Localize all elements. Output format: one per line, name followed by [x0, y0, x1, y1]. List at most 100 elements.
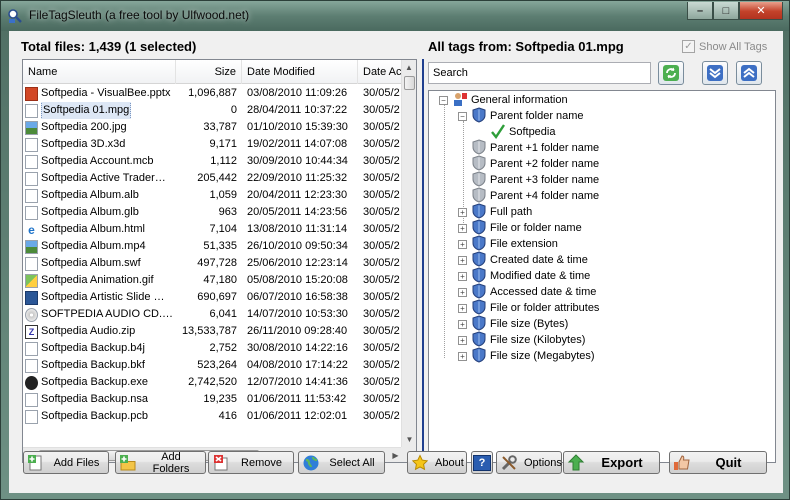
collapse-icon[interactable]: −: [439, 95, 448, 105]
about-button[interactable]: About: [407, 451, 467, 474]
expand-icon[interactable]: +: [458, 239, 467, 249]
tree-node[interactable]: + File size (Megabytes): [458, 346, 595, 366]
expand-icon[interactable]: +: [458, 223, 467, 233]
refresh-icon: [663, 65, 679, 81]
minimize-button[interactable]: –: [687, 2, 713, 20]
select-all-button[interactable]: Select All: [298, 451, 385, 474]
file-size: 497,728: [197, 257, 237, 269]
blank-file-icon: [25, 205, 38, 220]
options-button[interactable]: Options: [496, 451, 562, 474]
file-row[interactable]: Softpedia Album.alb 1,059 20/04/2011 12:23…: [23, 187, 403, 204]
file-row[interactable]: Softpedia Active Trader… 205,442 22/09/201…: [23, 170, 403, 187]
maximize-button[interactable]: □: [713, 2, 739, 20]
file-row[interactable]: Softpedia - VisualBee.pptx 1,096,887 03/08…: [23, 85, 403, 102]
column-date-accessed[interactable]: Date Ac: [358, 60, 403, 84]
star-icon: [411, 453, 429, 470]
collapse-all-button[interactable]: [736, 61, 762, 85]
expand-all-button[interactable]: [702, 61, 728, 85]
scroll-up-arrow-icon[interactable]: ▲: [402, 60, 416, 75]
expand-icon[interactable]: +: [458, 351, 467, 361]
expand-icon[interactable]: +: [458, 303, 467, 313]
remove-button[interactable]: Remove: [208, 451, 294, 474]
file-row[interactable]: Softpedia Backup.nsa 19,235 01/06/2011 11:…: [23, 391, 403, 408]
image-file-icon: [25, 120, 38, 135]
file-row[interactable]: Softpedia Backup.exe 2,742,520 12/07/2010 …: [23, 374, 403, 391]
file-date-modified: 12/07/2010 14:41:36: [247, 376, 348, 388]
expand-icon[interactable]: +: [458, 207, 467, 217]
file-name: Softpedia Artistic Slide …: [41, 291, 165, 303]
file-name-cell: Softpedia Album.swf: [23, 255, 176, 272]
window-title: FileTagSleuth (a free tool by Ulfwood.ne…: [29, 8, 250, 22]
file-name: Softpedia Animation.gif: [41, 274, 154, 286]
file-row[interactable]: Softpedia 200.jpg 33,787 01/10/2010 15:39:…: [23, 119, 403, 136]
export-button[interactable]: Export: [563, 451, 660, 474]
file-row[interactable]: Softpedia Album.mp4 51,335 26/10/2010 09:5…: [23, 238, 403, 255]
search-input[interactable]: [428, 62, 651, 84]
file-date-modified: 30/09/2010 10:44:34: [247, 155, 348, 167]
tag-tree[interactable]: − General information − Parent folder name S…: [428, 90, 776, 463]
column-name[interactable]: Name: [23, 60, 176, 84]
help-button[interactable]: ?: [471, 451, 493, 474]
scroll-thumb[interactable]: [404, 76, 415, 90]
file-date-modified: 14/07/2010 10:53:30: [247, 308, 348, 320]
file-size: 690,697: [197, 291, 237, 303]
close-button[interactable]: ✕: [739, 2, 783, 20]
column-date-modified[interactable]: Date Modified: [242, 60, 358, 84]
refresh-button[interactable]: [658, 61, 684, 85]
show-all-tags-checkbox[interactable]: ✓ Show All Tags: [682, 40, 767, 53]
vertical-scrollbar[interactable]: ▲ ▼: [401, 60, 416, 447]
file-row[interactable]: SOFTPEDIA AUDIO CD.… 6,041 14/07/2010 10:5…: [23, 306, 403, 323]
tree-node[interactable]: − General information: [439, 92, 568, 108]
file-row[interactable]: Softpedia Album.swf 497,728 25/06/2010 12:…: [23, 255, 403, 272]
file-row[interactable]: Softpedia 3D.x3d 9,171 19/02/2011 14:07:08…: [23, 136, 403, 153]
tree-node-label: File size (Kilobytes): [490, 334, 586, 346]
file-row[interactable]: Softpedia Animation.gif 47,180 05/08/2010 …: [23, 272, 403, 289]
file-name-cell: Softpedia Animation.gif: [23, 272, 176, 289]
file-row[interactable]: Softpedia Account.mcb 1,112 30/09/2010 10:…: [23, 153, 403, 170]
file-row[interactable]: Z Softpedia Audio.zip 13,533,787 26/11/2010…: [23, 323, 403, 340]
file-row[interactable]: Softpedia Backup.pcb 416 01/06/2011 12:02:…: [23, 408, 403, 425]
panel-splitter[interactable]: [422, 59, 424, 463]
title-bar[interactable]: FileTagSleuth (a free tool by Ulfwood.ne…: [1, 1, 789, 31]
file-date-accessed: 30/05/2: [363, 274, 400, 286]
quit-button[interactable]: Quit: [669, 451, 767, 474]
scroll-down-arrow-icon[interactable]: ▼: [402, 432, 416, 447]
file-size: 416: [218, 410, 237, 422]
globe-icon: [303, 455, 319, 470]
expand-icon[interactable]: +: [458, 319, 467, 329]
file-list-header: Name Size Date Modified Date Ac: [23, 60, 403, 84]
expand-icon[interactable]: +: [458, 335, 467, 345]
collapse-icon[interactable]: −: [458, 111, 467, 121]
tree-node[interactable]: + Full path: [458, 202, 533, 220]
file-list[interactable]: Name Size Date Modified Date Ac Softpedi…: [22, 59, 417, 463]
file-date-modified: 01/06/2011 12:02:01: [247, 410, 348, 422]
tree-node-label: Full path: [490, 206, 533, 218]
export-arrow-icon: [567, 453, 585, 470]
blank-file-icon: [25, 188, 38, 203]
tree-node[interactable]: − Parent folder name: [458, 106, 584, 124]
file-row[interactable]: Softpedia Backup.b4j 2,752 30/08/2010 14:2…: [23, 340, 403, 357]
tag-shield-icon: [471, 346, 490, 366]
add-folder-icon: [120, 454, 136, 470]
tree-node-label: Modified date & time: [490, 270, 591, 282]
expand-icon[interactable]: +: [458, 287, 467, 297]
expand-icon[interactable]: +: [458, 271, 467, 281]
file-row[interactable]: Softpedia Artistic Slide … 690,697 06/07/2…: [23, 289, 403, 306]
cd-file-icon: [25, 307, 38, 322]
expand-icon[interactable]: +: [458, 255, 467, 265]
file-name-cell: SOFTPEDIA AUDIO CD.…: [23, 306, 176, 323]
file-row[interactable]: Softpedia 01.mpg 0 28/04/2011 10:37:22 30/0…: [23, 102, 403, 119]
file-row[interactable]: Softpedia Album.glb 963 20/05/2011 14:23:5…: [23, 204, 403, 221]
help-icon: ?: [473, 454, 491, 471]
file-row[interactable]: e Softpedia Album.html 7,104 13/08/2010 11:…: [23, 221, 403, 238]
file-date-accessed: 30/05/2: [363, 87, 400, 99]
blank-file-icon: [25, 341, 38, 356]
file-name: Softpedia Active Trader…: [41, 172, 166, 184]
add-files-button[interactable]: Add Files: [23, 451, 109, 474]
file-size: 6,041: [209, 308, 237, 320]
file-size: 0: [230, 104, 237, 116]
file-row[interactable]: Softpedia Backup.bkf 523,264 04/08/2010 17…: [23, 357, 403, 374]
file-date-modified: 25/06/2010 12:23:14: [247, 257, 348, 269]
column-size[interactable]: Size: [176, 60, 242, 84]
add-folders-button[interactable]: Add Folders: [115, 451, 206, 475]
